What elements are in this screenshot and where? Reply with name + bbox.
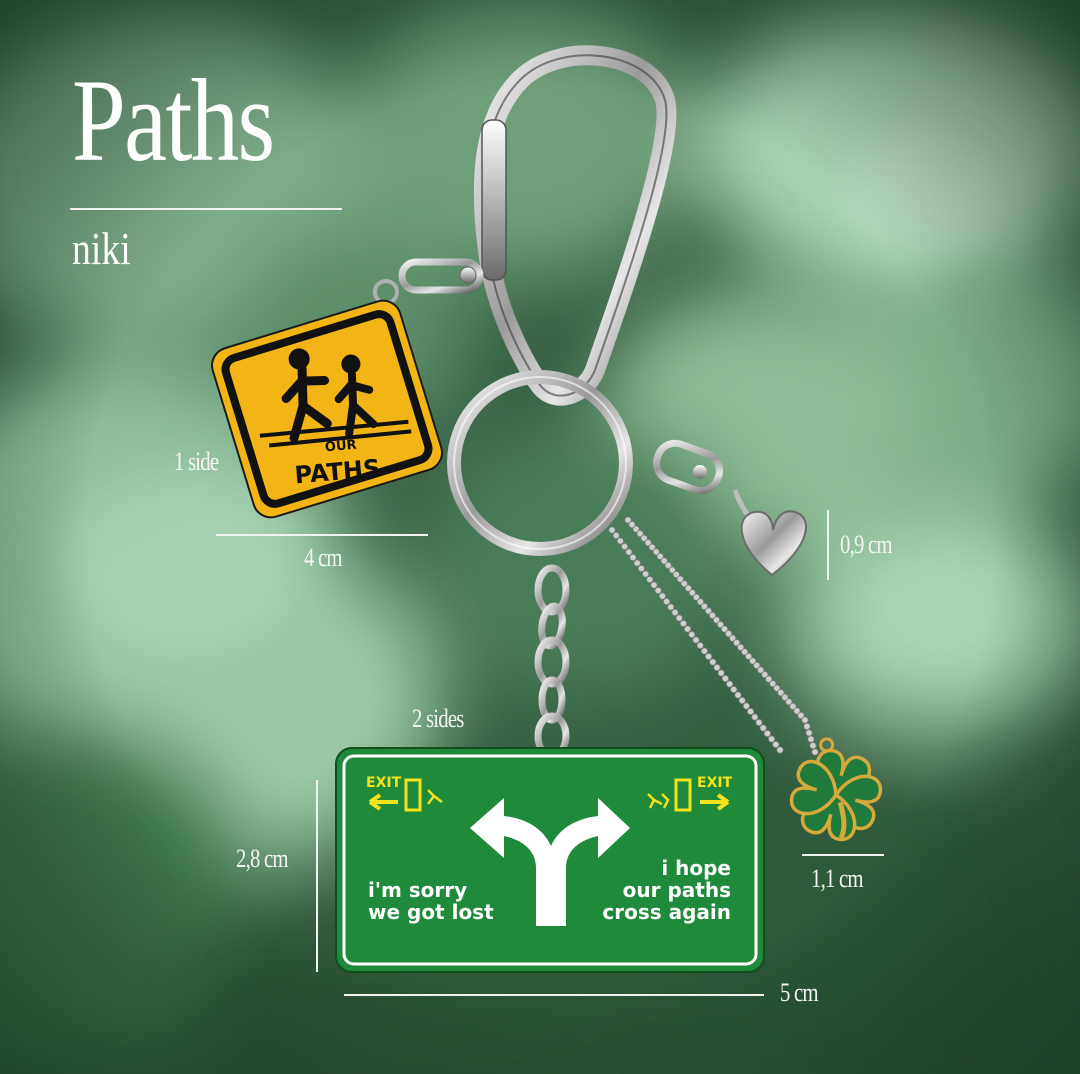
yellow-charm-sides-label: 1 side [174, 447, 219, 476]
ball-chain-bead [662, 597, 671, 606]
sign-sides-label: 2 sides [412, 704, 464, 733]
ball-chain-bead [625, 548, 633, 556]
ball-chain-bead [746, 707, 755, 716]
ball-chain-bead [667, 603, 675, 611]
ball-chain-bead [633, 559, 641, 567]
ball-chain-bead [801, 716, 809, 724]
swivel-clasp-right [653, 439, 755, 524]
ball-chain-bead [738, 696, 746, 705]
ball-chain-bead [612, 531, 620, 540]
clover-width-label: 1,1 cm [811, 864, 864, 893]
sign-height-line [316, 780, 318, 972]
ball-chain-bead [692, 636, 700, 644]
ball-chain-bead [675, 614, 683, 622]
ball-chain-bead [805, 729, 813, 737]
ball-chain-bead [772, 740, 780, 749]
ball-chain-bead [671, 608, 679, 617]
ball-chain-bead [646, 575, 654, 584]
ball-chain-bead [809, 741, 817, 750]
right-message-line3: cross again [602, 900, 731, 924]
heart-height-line [827, 510, 829, 580]
yellow-charm-width-line [216, 534, 428, 536]
ball-chain-bead [713, 663, 721, 672]
ball-chain-bead [755, 718, 763, 727]
heart-charm [740, 510, 807, 577]
link-chain [534, 564, 570, 760]
yellow-charm-width-label: 4 cm [304, 543, 343, 572]
exit-left-text: EXIT [366, 775, 402, 791]
yellow-sign-small-text: OUR [324, 438, 357, 456]
ball-chain-bead [616, 537, 625, 545]
ball-chain-bead [725, 680, 734, 688]
ball-chain-bead [688, 630, 696, 639]
yellow-paths-charm: OUR PATHS [211, 299, 443, 519]
key-ring [447, 370, 633, 556]
ball-chain-bead [759, 724, 767, 732]
ball-chain-bead [629, 553, 637, 562]
sign-width-line [344, 994, 764, 996]
ball-chain-bead [709, 658, 717, 666]
ball-chain-bead [696, 641, 704, 650]
sign-width-label: 5 cm [780, 978, 819, 1007]
ball-chain-bead [654, 586, 662, 595]
ball-chain-bead [734, 691, 742, 699]
ball-chain-bead [717, 669, 725, 677]
ball-chain-bead [683, 625, 692, 633]
exit-right-text: EXIT [697, 775, 733, 791]
clover-charm [790, 737, 882, 841]
right-message-line2: our paths [623, 878, 731, 902]
swivel-clasp-left [373, 258, 484, 305]
right-message-line1: i hope [661, 856, 731, 880]
green-paths-sign: EXIT EXIT i'm sorry we got lost i hope o… [335, 747, 765, 973]
ball-chain-bead [807, 735, 815, 743]
ball-chain-bead [650, 581, 658, 589]
clover-width-line [802, 854, 884, 856]
ball-chain-bead [704, 652, 713, 661]
ball-chain-bead [679, 619, 688, 628]
left-message-line1: i'm sorry [368, 878, 467, 902]
ball-chain-bead [803, 722, 811, 731]
left-message-line2: we got lost [368, 900, 494, 924]
heart-height-label: 0,9 cm [840, 530, 893, 559]
ball-chain-bead [637, 564, 646, 573]
keychain-illustration: OUR PATHS EXIT EXIT i'm sorry we got los… [211, 45, 882, 973]
carabiner-clip [473, 45, 677, 406]
ball-chain-bead [767, 735, 776, 743]
ball-chain-bead [658, 592, 667, 600]
ball-chain-bead [751, 713, 759, 721]
ball-chain-bead [811, 748, 819, 756]
ball-chain-bead [730, 685, 738, 694]
ball-chain-bead [700, 647, 709, 655]
ball-chain-bead [721, 674, 730, 683]
ball-chain-bead [608, 526, 616, 534]
ball-chain-bead [776, 746, 784, 754]
ball-chain-bead [742, 702, 751, 710]
ball-chain-bead [641, 570, 650, 578]
ball-chain-bead [620, 542, 629, 551]
ball-chain-bead [763, 729, 772, 738]
sign-height-label: 2,8 cm [236, 844, 289, 873]
